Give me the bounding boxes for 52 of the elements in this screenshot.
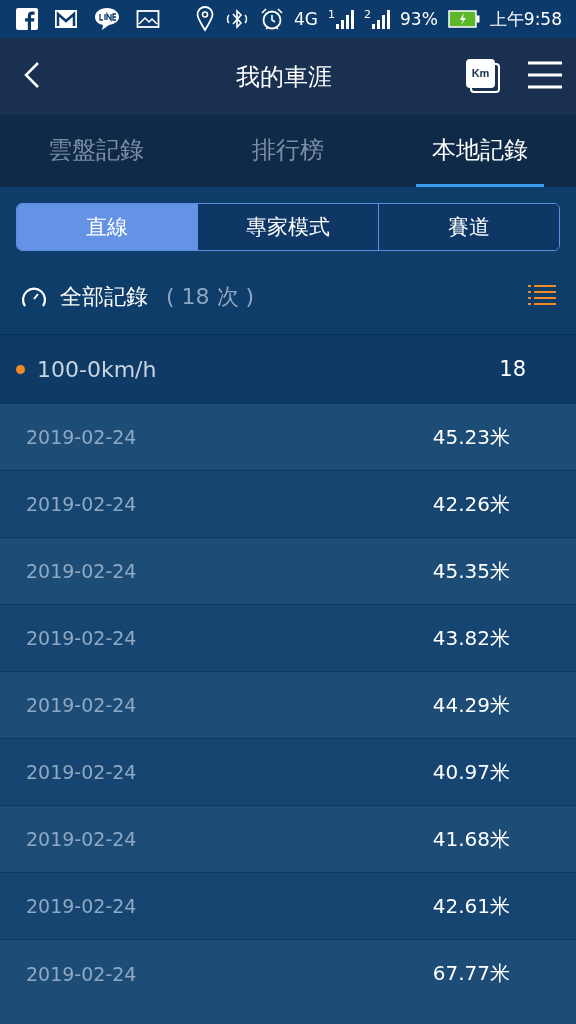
record-distance: 43.82米 bbox=[432, 624, 510, 652]
records-count: ( 18 次 ) bbox=[166, 282, 256, 311]
page-title: 我的車涯 bbox=[235, 61, 333, 93]
record-distance: 45.23米 bbox=[432, 423, 510, 451]
record-distance: 40.97米 bbox=[432, 758, 510, 786]
battery-percent: 93% bbox=[400, 9, 438, 29]
record-distance: 42.26米 bbox=[432, 490, 510, 518]
group-count: 18 bbox=[499, 357, 526, 381]
battery-charging-icon bbox=[447, 10, 480, 28]
mode-segment[interactable]: 賽道 bbox=[378, 204, 559, 250]
record-row[interactable]: 2019-02-24 42.26米 bbox=[0, 470, 576, 537]
record-date: 2019-02-24 bbox=[26, 560, 138, 582]
record-date: 2019-02-24 bbox=[26, 962, 138, 985]
record-distance: 67.77米 bbox=[432, 960, 510, 987]
chat-bubble-icon bbox=[94, 7, 120, 31]
record-row[interactable]: 2019-02-24 45.23米 bbox=[0, 403, 576, 470]
mail-icon bbox=[54, 9, 78, 29]
alarm-clock-icon bbox=[260, 7, 284, 31]
record-date: 2019-02-24 bbox=[26, 627, 138, 649]
signal-bars-icon bbox=[336, 9, 354, 29]
record-row[interactable]: 2019-02-24 40.97米 bbox=[0, 738, 576, 805]
mode-segment[interactable]: 專家模式 bbox=[197, 204, 378, 250]
record-row[interactable]: 2019-02-24 41.68米 bbox=[0, 805, 576, 872]
sim-slot-label: 1 bbox=[328, 9, 335, 20]
record-distance: 45.35米 bbox=[432, 557, 510, 585]
record-distance: 41.68米 bbox=[432, 825, 510, 853]
sim-slot-label: 2 bbox=[364, 9, 371, 20]
facebook-icon bbox=[16, 8, 38, 30]
record-group-row[interactable]: 100-0km/h 18 bbox=[0, 335, 576, 403]
record-row[interactable]: 2019-02-24 44.29米 bbox=[0, 671, 576, 738]
network-type: 4G bbox=[294, 9, 318, 29]
bluetooth-icon bbox=[224, 8, 250, 30]
record-date: 2019-02-24 bbox=[26, 761, 138, 783]
group-name: 100-0km/h bbox=[37, 356, 158, 382]
record-date: 2019-02-24 bbox=[26, 895, 138, 917]
record-distance: 42.61米 bbox=[432, 892, 510, 920]
image-icon bbox=[136, 9, 160, 29]
record-date: 2019-02-24 bbox=[26, 493, 138, 515]
records-title: 全部記錄 bbox=[60, 282, 148, 311]
location-pin-icon bbox=[196, 6, 214, 32]
tab[interactable]: 排行榜 bbox=[236, 115, 340, 187]
record-row[interactable]: 2019-02-24 42.61米 bbox=[0, 872, 576, 939]
record-row[interactable]: 2019-02-24 43.82米 bbox=[0, 604, 576, 671]
tab[interactable]: 雲盤記錄 bbox=[32, 115, 160, 187]
record-date: 2019-02-24 bbox=[26, 426, 138, 448]
clock-time: 上午9:58 bbox=[489, 7, 562, 31]
signal-bars-icon bbox=[372, 9, 390, 29]
group-dot-icon bbox=[16, 364, 25, 374]
record-date: 2019-02-24 bbox=[26, 694, 138, 716]
record-row[interactable]: 2019-02-24 45.35米 bbox=[0, 537, 576, 604]
record-distance: 44.29米 bbox=[432, 691, 510, 719]
record-date: 2019-02-24 bbox=[26, 828, 138, 850]
